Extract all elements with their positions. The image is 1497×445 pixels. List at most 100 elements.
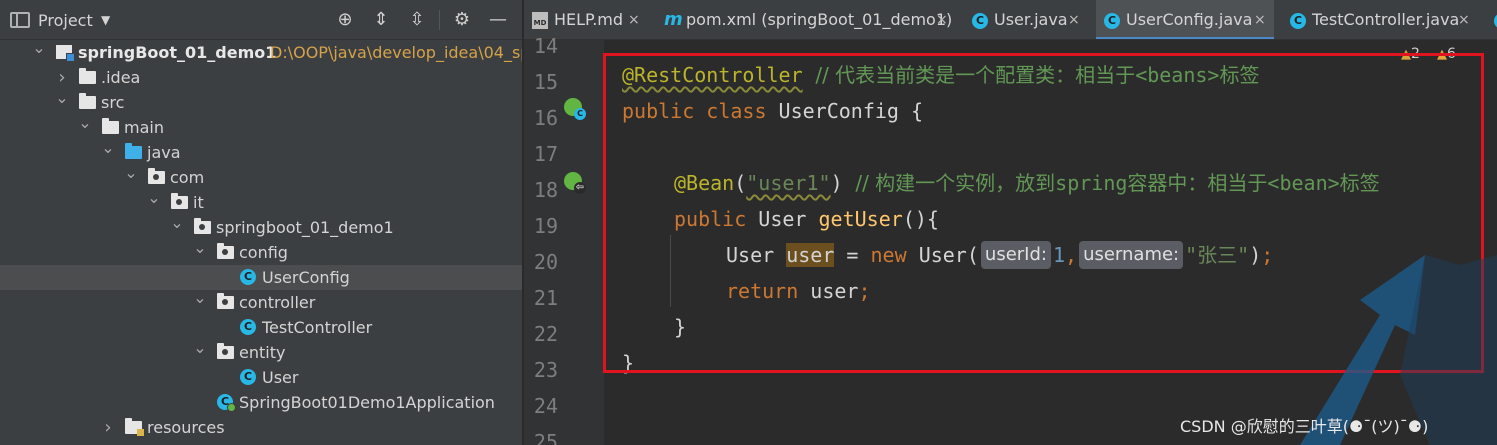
- line-number[interactable]: 20: [524, 250, 558, 274]
- tree-node-resources[interactable]: › resources: [0, 415, 522, 440]
- package-icon: [171, 193, 188, 209]
- package-icon: [217, 293, 234, 309]
- method-signature: (){: [902, 207, 939, 231]
- string-literal: "张三": [1185, 243, 1250, 267]
- variable-user-highlighted[interactable]: user: [786, 243, 835, 267]
- minimize-icon[interactable]: —: [480, 9, 516, 31]
- package-icon: [217, 243, 234, 259]
- line-comment-tag: <bean>: [1267, 171, 1340, 195]
- class-declaration: UserConfig {: [778, 99, 924, 123]
- line-number[interactable]: 22: [524, 322, 558, 346]
- toolbar-divider: [439, 10, 440, 30]
- line-number[interactable]: 24: [524, 394, 558, 418]
- tree-node-label: config: [239, 243, 288, 262]
- tab-testcontroller-java[interactable]: C TestController.java ×: [1282, 0, 1478, 39]
- keyword: public class: [622, 99, 779, 123]
- tree-node-label: controller: [239, 293, 316, 312]
- code-line-15: @RestController // 代表当前类是一个配置类：相当于<beans…: [622, 57, 1259, 93]
- gear-icon[interactable]: ⚙: [444, 9, 480, 31]
- tree-node-config[interactable]: ⌄ config: [0, 238, 522, 265]
- semicolon: ;: [1261, 243, 1274, 267]
- chevron-right-icon[interactable]: ›: [101, 415, 115, 440]
- tab-pom-xml[interactable]: m pom.xml (springBoot_01_demo1) ×: [656, 0, 956, 39]
- close-icon[interactable]: ×: [1068, 0, 1080, 39]
- tree-node-userconfig[interactable]: C UserConfig: [0, 265, 522, 290]
- tree-node-label: SpringBoot01Demo1Application: [239, 393, 495, 412]
- keyword: new: [870, 243, 919, 267]
- chevron-down-icon[interactable]: ⌄: [193, 335, 207, 360]
- line-number[interactable]: 25: [524, 430, 558, 445]
- method-name: getUser: [818, 207, 903, 231]
- collapse-all-icon[interactable]: ⇳: [399, 9, 435, 31]
- line-number[interactable]: 14: [524, 34, 558, 58]
- chevron-down-icon[interactable]: ⌄: [78, 110, 92, 135]
- chevron-down-icon[interactable]: ⌄: [55, 85, 69, 110]
- inspection-weak-warnings[interactable]: ▲2: [1401, 46, 1420, 62]
- tree-node-main[interactable]: ⌄ main: [0, 113, 522, 140]
- comma: ,: [1065, 243, 1078, 267]
- spring-bean-navigate-icon[interactable]: ⇦: [564, 172, 586, 194]
- tree-node-label: main: [124, 118, 164, 137]
- chevron-down-icon[interactable]: ⌄: [193, 285, 207, 310]
- line-comment-mid: 容器中：相当于: [1127, 171, 1268, 195]
- tree-node-label: User: [262, 368, 299, 387]
- line-comment-end: 标签: [1219, 63, 1260, 87]
- tree-node-label: springBoot_01_demo1: [78, 43, 277, 62]
- tree-node-label: src: [101, 93, 125, 112]
- crosshair-icon[interactable]: ⊕: [327, 9, 363, 31]
- code-line-19: public User getUser(){: [674, 201, 939, 237]
- bean-annotation: @Bean: [674, 171, 735, 195]
- tree-node-java[interactable]: ⌄ java: [0, 138, 522, 165]
- line-number[interactable]: 15: [524, 70, 558, 94]
- chevron-down-icon[interactable]: ⌄: [124, 160, 138, 185]
- code-editor[interactable]: @RestController // 代表当前类是一个配置类：相当于<beans…: [604, 40, 1497, 445]
- code-line-22: }: [674, 309, 686, 345]
- number-literal: 1: [1052, 243, 1066, 267]
- line-number[interactable]: 18: [524, 178, 558, 202]
- chevron-down-icon[interactable]: ⌄: [193, 235, 207, 260]
- tree-node-idea[interactable]: › .idea: [0, 65, 522, 90]
- line-number[interactable]: 23: [524, 358, 558, 382]
- chevron-down-icon[interactable]: ▼: [101, 13, 110, 27]
- weak-warning-count: 2: [1411, 46, 1420, 62]
- tree-node-user[interactable]: C User: [0, 365, 522, 390]
- code-line-23: }: [622, 345, 634, 381]
- tree-node-it[interactable]: ⌄ it: [0, 188, 522, 215]
- spring-bean-gutter-icon[interactable]: C: [564, 98, 586, 120]
- chevron-down-icon[interactable]: ⌄: [101, 135, 115, 160]
- close-icon[interactable]: ×: [936, 0, 948, 39]
- tree-node-entity[interactable]: ⌄ entity: [0, 338, 522, 365]
- chevron-down-icon[interactable]: ⌄: [147, 185, 161, 210]
- line-number[interactable]: 21: [524, 286, 558, 310]
- inspection-warnings[interactable]: ▲6: [1437, 46, 1456, 62]
- close-icon[interactable]: ×: [628, 0, 640, 39]
- constructor-call: User(: [918, 243, 979, 267]
- chevron-down-icon[interactable]: ⌄: [32, 35, 46, 60]
- line-number[interactable]: 16: [524, 106, 558, 130]
- navigate-arrow-icon: ⇦: [574, 182, 586, 194]
- package-icon: [148, 168, 165, 184]
- tree-node-springboot-01-demo1[interactable]: ⌄ springboot_01_demo1: [0, 213, 522, 240]
- tree-node-com[interactable]: ⌄ com: [0, 163, 522, 190]
- tree-node-controller[interactable]: ⌄ controller: [0, 288, 522, 315]
- tree-node-springboot01demo1application[interactable]: C SpringBoot01Demo1Application: [0, 390, 522, 415]
- tab-userconfig-java[interactable]: C UserConfig.java ×: [1096, 0, 1274, 39]
- tree-node-label: springboot_01_demo1: [216, 218, 394, 237]
- tab-overflow[interactable]: C: [1486, 0, 1497, 39]
- code-line-16: public class UserConfig {: [622, 93, 923, 129]
- project-tree: ⌄ springBoot_01_demo1 D:\OOP\java\develop_…: [0, 38, 522, 440]
- param-hint-userid: userId:: [980, 241, 1051, 269]
- line-number[interactable]: 19: [524, 214, 558, 238]
- line-number[interactable]: 17: [524, 142, 558, 166]
- line-comment-tag: <beans>: [1135, 63, 1220, 87]
- chevron-down-icon[interactable]: ⌄: [170, 210, 184, 235]
- tree-node-testcontroller[interactable]: C TestController: [0, 315, 522, 340]
- close-icon[interactable]: ×: [1254, 0, 1266, 39]
- param-hint-username: username:: [1079, 241, 1184, 269]
- tree-node-springboot-01-demo1[interactable]: ⌄ springBoot_01_demo1 D:\OOP\java\develop_…: [0, 38, 522, 65]
- project-view-selector[interactable]: Project: [38, 11, 93, 30]
- close-icon[interactable]: ×: [1458, 0, 1470, 39]
- tab-user-java[interactable]: C User.java ×: [964, 0, 1088, 39]
- expand-all-icon[interactable]: ⇕: [363, 9, 399, 31]
- paren-close: ): [1249, 243, 1262, 267]
